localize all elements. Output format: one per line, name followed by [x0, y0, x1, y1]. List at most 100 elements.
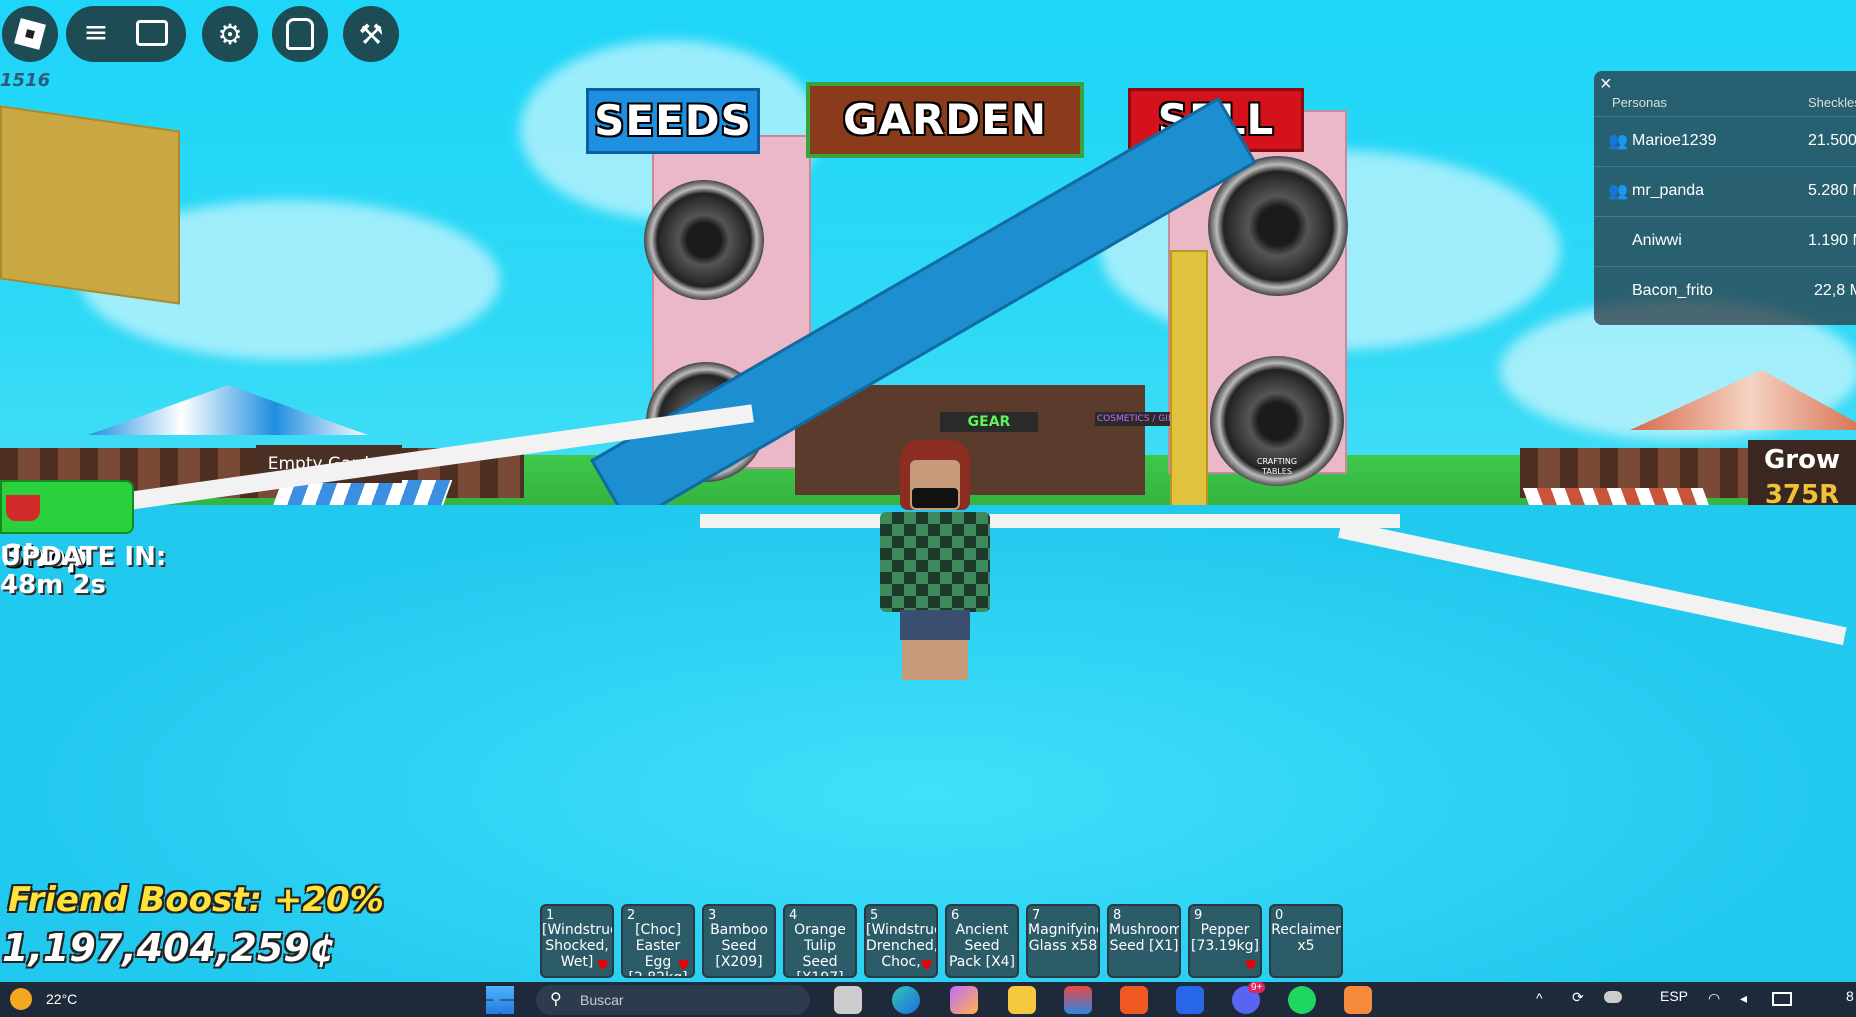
task-view-icon[interactable]	[834, 986, 862, 1014]
roblox-icon[interactable]	[1176, 986, 1204, 1014]
edge-icon[interactable]	[892, 986, 920, 1014]
brave-icon[interactable]	[1120, 986, 1148, 1014]
player-avatar[interactable]	[860, 440, 1010, 690]
favorite-heart-icon: ♥	[920, 958, 933, 974]
cosmetics-sign[interactable]: COSMETICS / GIF	[1095, 412, 1175, 426]
friend-icon: 👥	[1608, 133, 1628, 150]
currency-display: 1,197,404,259¢	[2, 926, 337, 970]
leaderboard-row-value: 22,8 M	[1814, 282, 1856, 299]
copilot-icon[interactable]	[950, 986, 978, 1014]
leaderboard-header-name: Personas	[1612, 95, 1667, 110]
gear-sign[interactable]: GEAR	[940, 412, 1038, 432]
gear-icon[interactable]: ⚙	[202, 6, 258, 62]
weather-temp[interactable]: 22°C	[46, 991, 77, 1007]
leaderboard-row-value: 5.280 M	[1808, 182, 1856, 199]
hotbar-slot-number: 6	[951, 908, 960, 923]
sync-icon[interactable]: ⟳	[1572, 989, 1584, 1006]
favorite-heart-icon: ♥	[1244, 958, 1257, 974]
friend-boost: Friend Boost: +20%	[8, 880, 384, 920]
leaderboard-row[interactable]: Aniwwi 1.190 M	[1594, 216, 1856, 267]
search-placeholder: Buscar	[580, 992, 624, 1008]
close-icon[interactable]: ×	[1600, 73, 1612, 96]
shop-button[interactable]: Shop	[0, 480, 134, 574]
hotbar-slot-number: 3	[708, 908, 717, 923]
menu-chat-group: ≡	[66, 6, 186, 62]
crafting-sign[interactable]: CRAFTING TABLES	[1246, 457, 1308, 481]
spotify-icon[interactable]	[1288, 986, 1316, 1014]
windows-start-icon[interactable]	[486, 986, 514, 1014]
leaderboard-row[interactable]: Bacon_frito 22,8 M	[1594, 266, 1856, 317]
hotbar-slot-number: 1	[546, 908, 555, 923]
hotbar-slot[interactable]: 0 Reclaimer x5	[1269, 904, 1343, 978]
volume-icon[interactable]: ◂	[1740, 990, 1747, 1007]
clock[interactable]: 8	[1846, 988, 1854, 1004]
hotbar-slot-label: Pepper [73.19kg]	[1191, 922, 1259, 954]
wifi-icon[interactable]: ◠	[1708, 990, 1720, 1007]
update-timer-label: UPDATE IN:	[0, 542, 167, 572]
windows-taskbar: 22°C ⚲ Buscar 9+ ^ ⟳ ESP ◠ ◂ 8	[0, 982, 1856, 1017]
hotbar-slot[interactable]: 2 [Choc] Easter Egg [2.82kg] ♥	[621, 904, 695, 978]
friend-icon: 👥	[1608, 183, 1628, 200]
leaderboard-row-value: 21.500	[1808, 132, 1856, 149]
weather-icon[interactable]	[10, 988, 32, 1010]
leaderboard-row[interactable]: 👥 mr_panda 5.280 M	[1594, 166, 1856, 217]
leaderboard-row-name: Marioe1239	[1632, 132, 1717, 149]
chat-icon[interactable]	[136, 20, 168, 46]
update-timer-value: 48m 2s	[0, 570, 106, 600]
player-leaderboard: × Personas Sheckles 👥 Marioe1239 21.500 …	[1594, 71, 1856, 325]
wooden-crate	[0, 105, 180, 305]
file-explorer-icon[interactable]	[1008, 986, 1036, 1014]
speaker-icon	[644, 180, 764, 300]
pool-edge-back	[700, 514, 1400, 528]
leaderboard-row[interactable]: 👥 Marioe1239 21.500	[1594, 116, 1856, 167]
leaderboard-row-name: Aniwwi	[1632, 232, 1682, 249]
roblox-logo-icon[interactable]	[2, 6, 58, 62]
taskbar-search-box[interactable]: ⚲ Buscar	[536, 985, 810, 1015]
hamburger-icon[interactable]: ≡	[80, 18, 112, 50]
favorite-heart-icon: ♥	[677, 958, 690, 974]
hotbar-slot[interactable]: 4 Orange Tulip Seed [X197]	[783, 904, 857, 978]
hotbar-slot[interactable]: 1[Windstruck, Shocked, Wet]♥	[540, 904, 614, 978]
hotbar-slot[interactable]: 6 Ancient Seed Pack [X4]	[945, 904, 1019, 978]
onedrive-icon[interactable]	[1604, 991, 1622, 1003]
hotbar-slot-number: 9	[1194, 908, 1203, 923]
hotbar-slot-number: 8	[1113, 908, 1122, 923]
hotbar-slot-number: 4	[789, 908, 798, 923]
search-icon: ⚲	[550, 991, 562, 1008]
hotbar-slot-label: Reclaimer x5	[1271, 922, 1341, 954]
fps-counter: 1516	[0, 70, 51, 91]
hotbar-slot[interactable]: 8 Mushroom Seed [X1]	[1107, 904, 1181, 978]
battery-icon[interactable]	[1772, 992, 1792, 1006]
hotbar-slot-label: Mushroom Seed [X1]	[1109, 922, 1181, 954]
hotbar-slot[interactable]: 3 Bamboo Seed [X209]	[702, 904, 776, 978]
garden-sign[interactable]: GARDEN	[806, 82, 1084, 158]
hotbar-slot-number: 2	[627, 908, 636, 923]
hotbar-slot-number: 0	[1275, 908, 1284, 923]
game-viewport[interactable]: SEEDS GARDEN SELL GEAR COSMETICS / GIF C…	[0, 0, 1856, 982]
hotbar-slot-number: 5	[870, 908, 879, 923]
backpack-icon[interactable]	[272, 6, 328, 62]
seeds-sign[interactable]: SEEDS	[586, 88, 760, 154]
store-icon[interactable]	[1064, 986, 1092, 1014]
hotbar-slot[interactable]: 5[Windstruck, Drenched, Choc,♥	[864, 904, 938, 978]
grow-sign-title: Grow	[1763, 445, 1841, 475]
hotbar-slot-label: Orange Tulip Seed [X197]	[794, 922, 846, 978]
slide-rail	[1170, 250, 1208, 516]
leaderboard-header-value: Sheckles	[1808, 95, 1856, 110]
update-timer: UPDATE IN: 48m 2s	[0, 543, 166, 599]
hotbar-slot-label: Magnifying Glass x58	[1028, 922, 1100, 954]
hotbar-slot[interactable]: 7 Magnifying Glass x58	[1026, 904, 1100, 978]
leaderboard-row-name: mr_panda	[1632, 182, 1705, 199]
favorite-heart-icon: ♥	[596, 958, 609, 974]
hammer-wrench-icon[interactable]: ⚒	[343, 6, 399, 62]
chevron-up-icon[interactable]: ^	[1536, 990, 1543, 1006]
hotbar-slot-label: Ancient Seed Pack [X4]	[948, 922, 1016, 970]
game-icon[interactable]	[1344, 986, 1372, 1014]
leaderboard-row-name: Bacon_frito	[1632, 282, 1713, 299]
basket-icon	[6, 494, 40, 521]
leaderboard-row-value: 1.190 M	[1808, 232, 1856, 249]
hotbar-slot[interactable]: 9 Pepper [73.19kg] ♥	[1188, 904, 1262, 978]
discord-badge: 9+	[1248, 982, 1266, 993]
hotbar-slot-number: 7	[1032, 908, 1041, 923]
language-indicator[interactable]: ESP	[1660, 988, 1688, 1004]
